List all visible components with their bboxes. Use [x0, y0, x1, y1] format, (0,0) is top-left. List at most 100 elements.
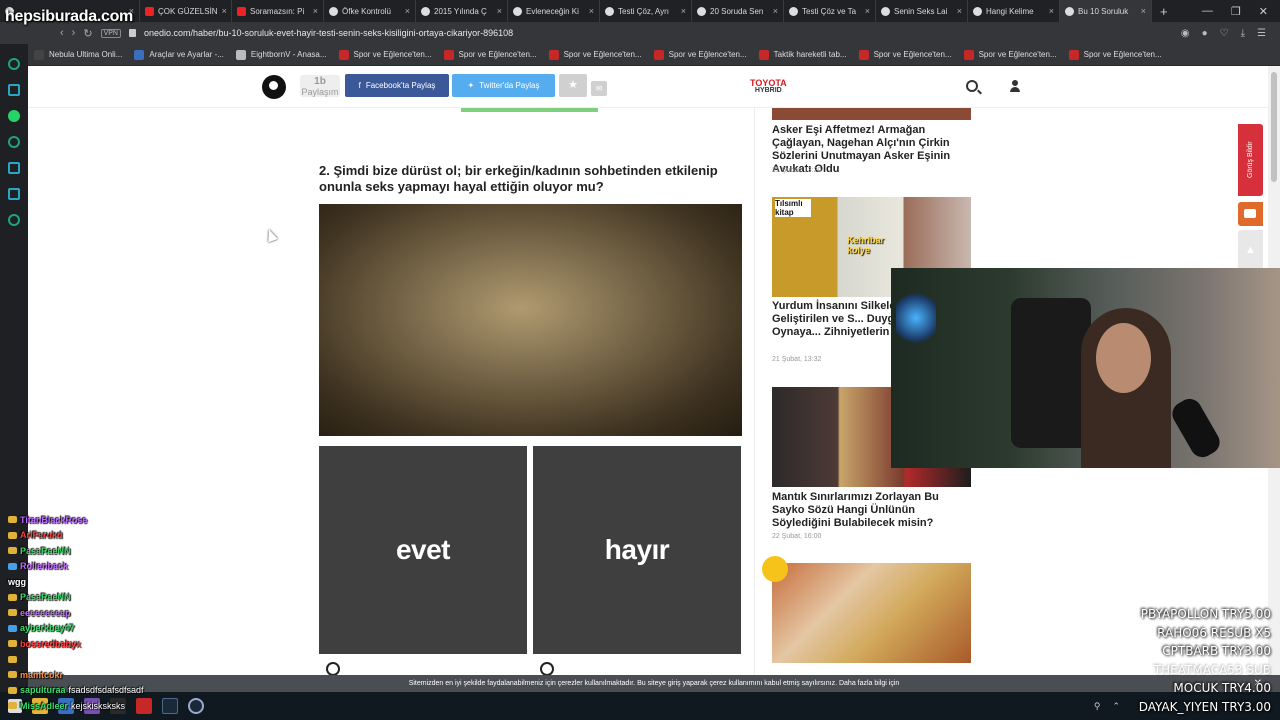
search-icon[interactable] — [966, 80, 978, 92]
download-icon[interactable]: ⤓ — [1241, 28, 1245, 39]
article-title[interactable]: Mantık Sınırlarımızı Zorlayan Bu Sayko S… — [772, 491, 972, 530]
answer-yes-label: evet — [395, 534, 451, 565]
whatsapp-icon[interactable] — [8, 110, 20, 122]
browser-tab[interactable]: Öfke Kontrolü × — [324, 0, 416, 22]
tab-label: Evleneceğin Ki — [526, 6, 579, 16]
settings-icon[interactable] — [8, 214, 20, 226]
answer-yes-radio[interactable] — [326, 662, 340, 676]
minimize-icon[interactable]: — — [1202, 5, 1213, 18]
bookmark-item[interactable]: Araçlar ve Ayarlar -... — [134, 49, 224, 60]
bookmark-item[interactable]: Nebula Ultima Onli... — [34, 49, 122, 60]
chat-message: PasaRaeNN — [8, 590, 268, 606]
browser-tab[interactable]: 20 Soruda Sen × — [692, 0, 784, 22]
history-icon[interactable] — [8, 136, 20, 148]
chat-username: sapulturaa — [20, 685, 66, 696]
twitter-share-label: Twitter'da Paylaş — [479, 81, 540, 90]
scrollbar-thumb[interactable] — [1271, 72, 1277, 182]
back-icon[interactable]: ‹ — [60, 27, 64, 39]
answer-no-radio[interactable] — [540, 662, 554, 676]
user-icon[interactable] — [1010, 80, 1020, 92]
bookmark-icon — [338, 49, 349, 60]
lock-icon — [128, 29, 136, 37]
tab-close-icon[interactable]: × — [681, 6, 686, 16]
tab-close-icon[interactable]: × — [957, 6, 962, 16]
bookmark-item[interactable]: Spor ve Eğlence'ten... — [963, 49, 1057, 60]
extensions-icon[interactable] — [8, 188, 20, 200]
tab-close-icon[interactable]: × — [1141, 6, 1146, 16]
chat-username: PasaRaeNN — [20, 592, 71, 603]
reload-icon[interactable]: ↻ — [83, 27, 92, 40]
webcam-chair — [1011, 298, 1091, 448]
close-window-icon[interactable]: ✕ — [1259, 5, 1268, 18]
tab-close-icon[interactable]: × — [865, 6, 870, 16]
tab-close-icon[interactable]: × — [1049, 6, 1054, 16]
new-tab-icon[interactable]: + — [1160, 4, 1168, 19]
forward-icon[interactable]: › — [72, 27, 76, 39]
browser-tab[interactable]: Testi Çöz, Ayrı × — [600, 0, 692, 22]
article-thumb[interactable] — [772, 108, 971, 120]
article-thumb[interactable] — [772, 563, 971, 663]
onedio-logo[interactable] — [262, 75, 286, 99]
maximize-icon[interactable]: ❐ — [1231, 5, 1241, 18]
browser-tab[interactable]: ÇOK GÜZELSİN × — [140, 0, 232, 22]
chat-username: MissAdleer — [20, 700, 69, 711]
browser-tab[interactable]: 2015 Yılında Ç × — [416, 0, 508, 22]
bookmark-item[interactable]: Spor ve Eğlence'ten... — [443, 49, 537, 60]
network-icon[interactable]: ⚲ — [1094, 701, 1101, 712]
browser-tab[interactable]: Senin Seks Lai × — [876, 0, 968, 22]
chat-message: TitanBlackRose — [8, 512, 268, 528]
tab-close-icon[interactable]: × — [222, 6, 227, 16]
bookmark-item[interactable]: Spor ve Eğlence'ten... — [858, 49, 952, 60]
browser-tab[interactable]: Hangi Kelime × — [968, 0, 1060, 22]
tab-label: Testi Çöz, Ayrı — [618, 6, 669, 16]
tab-close-icon[interactable]: × — [313, 6, 318, 16]
tab-close-icon[interactable]: × — [589, 6, 594, 16]
heart-icon[interactable]: ♡ — [1220, 28, 1229, 39]
question-image — [319, 204, 742, 436]
shield-icon[interactable]: ● — [1202, 28, 1208, 39]
answer-no-card[interactable]: hayır — [533, 446, 741, 654]
bookmark-item[interactable]: Taktik hareketli tab... — [758, 49, 847, 60]
bookmark-label: Spor ve Eğlence'ten... — [873, 50, 952, 59]
address-actions: ◉ ● ♡ ⤓ ☰ — [1181, 28, 1280, 39]
mail-icon[interactable]: ✉ — [591, 81, 607, 96]
scroll-up-icon[interactable]: ▲ — [1238, 230, 1263, 270]
share-count-value: 1b — [314, 76, 326, 87]
chat-badge-icon — [8, 640, 17, 648]
camera-icon[interactable]: ◉ — [1181, 28, 1190, 39]
browser-tab[interactable]: Testi Çöz ve Ta × — [784, 0, 876, 22]
browser-tab[interactable]: Soramazsın: Pi × — [232, 0, 324, 22]
tab-close-icon[interactable]: × — [497, 6, 502, 16]
ad-logo[interactable]: TOYOTA HYBRID — [750, 79, 787, 95]
bookmark-item[interactable]: Spor ve Eğlence'ten... — [1068, 49, 1162, 60]
column-divider — [754, 108, 755, 676]
twitch-icon[interactable] — [8, 84, 20, 96]
tab-close-icon[interactable]: × — [773, 6, 778, 16]
bookmark-item[interactable]: Spor ve Eğlence'ten... — [338, 49, 432, 60]
bookmark-item[interactable]: Spor ve Eğlence'ten... — [548, 49, 642, 60]
browser-tab[interactable]: Bu 10 Soruluk × — [1060, 0, 1152, 22]
browser-tab[interactable]: Evleneceğin Ki × — [508, 0, 600, 22]
chat-message: eeeeeeeeap — [8, 605, 268, 621]
onedio-icon — [1065, 6, 1074, 16]
window-controls: — ❐ ✕ — [1202, 5, 1280, 18]
answer-no-label: hayır — [604, 534, 670, 565]
downloads-icon[interactable] — [8, 162, 20, 174]
feedback-button[interactable]: Görüş Bildir — [1238, 124, 1263, 196]
star-icon[interactable]: ★ — [559, 74, 587, 97]
chevron-up-icon[interactable]: ⌃ — [1112, 701, 1120, 712]
chat-badge-icon — [8, 655, 17, 663]
facebook-share-button[interactable]: f Facebook'ta Paylaş — [345, 74, 449, 97]
twitter-share-button[interactable]: ✦ Twitter'da Paylaş — [452, 74, 555, 97]
donation-entry: PBYAPOLLON TRY5.00 — [1140, 607, 1271, 621]
bookmark-item[interactable]: EightbornV - Anasa... — [235, 49, 327, 60]
menu-icon[interactable]: ☰ — [1257, 28, 1266, 39]
chat-badge-icon — [8, 609, 17, 617]
tab-close-icon[interactable]: × — [405, 6, 410, 16]
speed-dial-icon[interactable] — [8, 58, 20, 70]
url-field[interactable]: onedio.com/haber/bu-10-soruluk-evet-hayi… — [144, 28, 513, 38]
answer-yes-card[interactable]: evet — [319, 446, 527, 654]
chat-icon[interactable] — [1238, 202, 1263, 226]
bookmark-item[interactable]: Spor ve Eğlence'ten... — [653, 49, 747, 60]
vpn-badge[interactable]: VPN — [100, 28, 121, 38]
